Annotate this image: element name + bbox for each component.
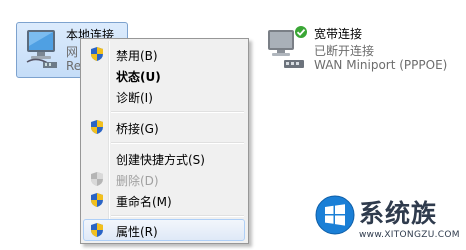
menu-item-diagnose[interactable]: 诊断(I)	[83, 85, 245, 107]
menu-item-label: 状态(U)	[116, 70, 161, 84]
menu-item-label: 禁用(B)	[116, 49, 158, 63]
menu-separator	[111, 111, 244, 113]
broadband-connection-tile[interactable]: 宽带连接 已断开连接 WAN Miniport (PPPOE)	[262, 22, 462, 78]
menu-item-disable[interactable]: 禁用(B)	[83, 43, 245, 65]
menu-item-status[interactable]: 状态(U)	[83, 64, 245, 86]
menu-item-properties[interactable]: 属性(R)	[83, 219, 245, 241]
menu-separator	[111, 215, 244, 217]
broadband-connection-status: 已断开连接	[314, 44, 375, 58]
network-adapter-icon	[21, 28, 61, 75]
uac-shield-icon	[89, 46, 105, 62]
local-connection-device: Re	[66, 59, 82, 73]
uac-shield-icon	[89, 192, 105, 208]
local-connection-network: 网	[66, 45, 79, 59]
menu-item-rename[interactable]: 重命名(M)	[83, 189, 245, 211]
broadband-connection-name: 宽带连接	[314, 27, 363, 41]
watermark-title: 系统族	[359, 199, 438, 228]
windows-logo-icon	[315, 195, 355, 238]
menu-item-label: 重命名(M)	[116, 195, 172, 209]
menu-item-label: 删除(D)	[116, 174, 159, 188]
menu-item-delete[interactable]: 删除(D)	[83, 168, 245, 190]
menu-item-label: 属性(R)	[116, 225, 158, 239]
context-menu: 禁用(B) 状态(U) 诊断(I) 桥接(G) 创建快捷方式(S) 删除(D) …	[80, 38, 249, 244]
menu-item-bridge[interactable]: 桥接(G)	[83, 116, 245, 138]
uac-shield-icon	[89, 119, 105, 135]
broadband-connection-device: WAN Miniport (PPPOE)	[314, 58, 448, 72]
uac-shield-icon	[89, 222, 105, 238]
menu-item-label: 创建快捷方式(S)	[116, 153, 205, 167]
watermark-url: www.XITONGZU.COM	[359, 230, 460, 240]
menu-item-create-shortcut[interactable]: 创建快捷方式(S)	[83, 147, 245, 169]
menu-item-label: 桥接(G)	[116, 122, 159, 136]
menu-separator	[111, 142, 244, 144]
uac-shield-icon	[89, 171, 105, 187]
check-icon	[294, 25, 308, 42]
menu-item-label: 诊断(I)	[116, 91, 153, 105]
watermark-logo: 系统族 www.XITONGZU.COM	[313, 192, 463, 248]
